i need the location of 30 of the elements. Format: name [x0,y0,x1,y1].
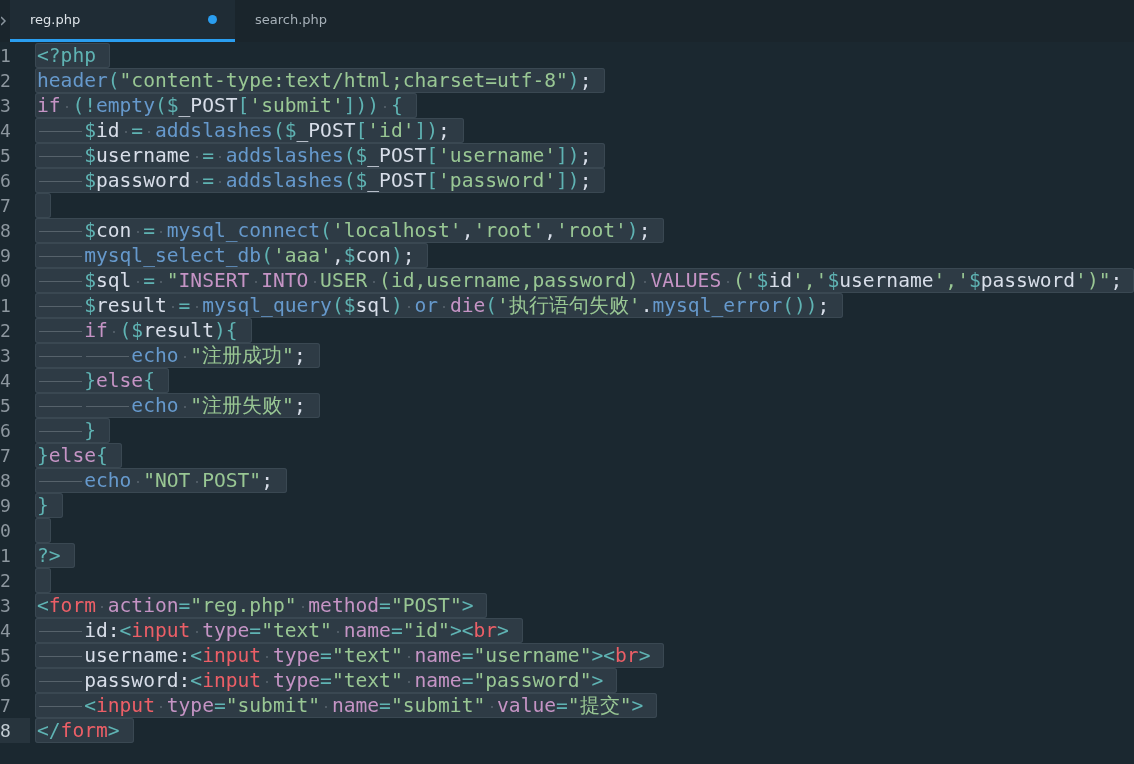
line-number: 1 [0,295,11,316]
line-number: 2 [0,320,11,341]
file-tab[interactable]: search.php [235,0,465,42]
line-number: 2 [0,70,11,91]
line-number: 9 [0,245,11,266]
line-number: 3 [0,595,11,616]
line-number: 3 [0,345,11,366]
line-number: 7 [0,195,11,216]
line-number: 5 [0,145,11,166]
file-tab[interactable]: reg.php [10,0,235,42]
line-number: 1 [0,545,11,566]
line-number: 7 [0,445,11,466]
line-number: 6 [0,170,11,191]
line-number: 9 [0,495,11,516]
line-number: 4 [0,620,11,641]
line-number: 8 [0,220,11,241]
chevron-icon[interactable] [1,16,7,26]
line-number: 5 [0,645,11,666]
line-number: 6 [0,670,11,691]
line-number: 4 [0,370,11,391]
line-number: 8 [0,470,11,491]
line-number: 0 [0,270,11,291]
line-number: 7 [0,695,11,716]
line-number: 5 [0,395,11,416]
line-number: 0 [0,520,11,541]
line-number: 4 [0,120,11,141]
line-number: 1 [0,45,11,66]
line-number: 3 [0,95,11,116]
line-number: 6 [0,420,11,441]
line-number: 2 [0,570,11,591]
